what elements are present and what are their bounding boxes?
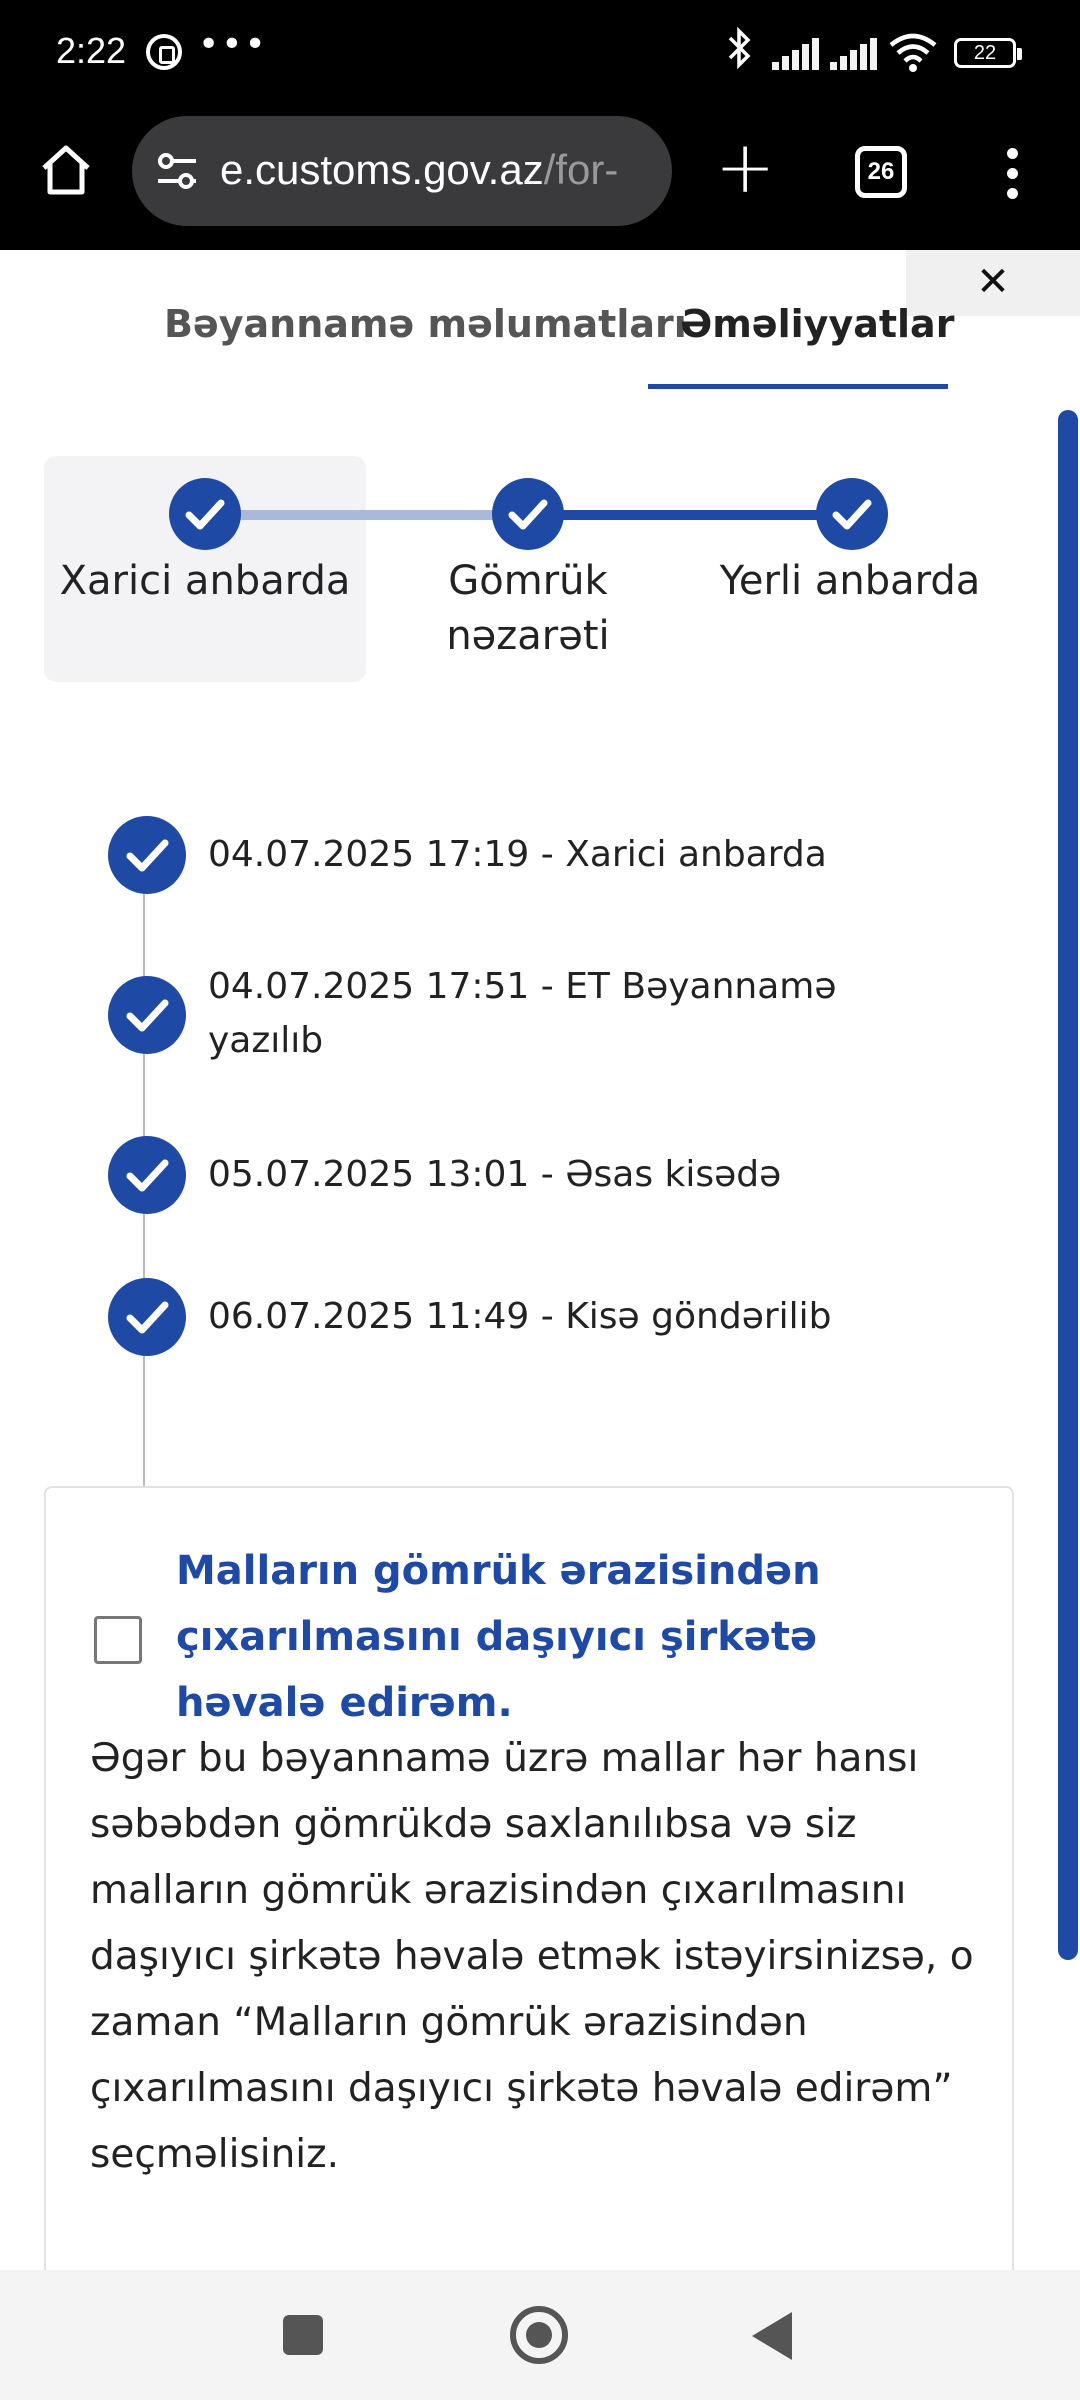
wifi-icon (888, 32, 938, 72)
home-button-icon[interactable] (510, 2306, 568, 2364)
timeline-item: 04.07.2025 17:19 - Xarici anbarda (208, 834, 827, 875)
home-icon[interactable] (36, 140, 96, 200)
back-icon[interactable] (752, 2312, 792, 2360)
url-text[interactable]: e.customs.gov.az/for- (220, 146, 660, 194)
check-icon (108, 1136, 186, 1214)
site-settings-icon[interactable] (154, 146, 200, 196)
page-content: ✕ Bəyannamə məlumatları Əməliyyatlar Xar… (0, 250, 1080, 2270)
check-icon (816, 478, 888, 550)
battery-icon: 22 (954, 38, 1022, 68)
recent-apps-icon[interactable] (283, 2315, 323, 2355)
tab-switcher-button[interactable]: 26 (855, 146, 907, 198)
whatsapp-icon (146, 34, 182, 70)
delegation-checkbox[interactable] (94, 1616, 142, 1664)
step-label: Gömrük nəzarəti (446, 558, 610, 659)
new-tab-button[interactable]: + (715, 131, 775, 203)
scrollbar[interactable] (1058, 410, 1078, 1960)
more-dots-icon: ••• (198, 24, 268, 65)
status-bar: 2:22 ••• 22 (0, 0, 1080, 110)
delegation-card: Malların gömrük ərazisindən çıxarılmasın… (44, 1486, 1014, 2270)
timeline-item: 04.07.2025 17:51 - ET Bəyannamə yazılıb (208, 966, 837, 1061)
menu-icon[interactable] (998, 144, 1028, 204)
tab-declaration-info[interactable]: Bəyannamə məlumatları (164, 302, 687, 346)
browser-toolbar: e.customs.gov.az/for- + 26 (0, 110, 1080, 250)
step-label: Yerli anbarda (719, 558, 981, 604)
signal-icon (830, 38, 878, 70)
stepper-connector (528, 510, 854, 520)
delegation-description: Əgər bu bəyannamə üzrə mallar hər hansı … (90, 1736, 974, 2177)
tab-operations[interactable]: Əməliyyatlar (680, 302, 954, 346)
check-icon (492, 478, 564, 550)
signal-icon (772, 38, 820, 70)
stepper-connector (205, 510, 531, 520)
check-icon (169, 478, 241, 550)
check-icon (108, 1278, 186, 1356)
address-bar[interactable]: e.customs.gov.az/for- (132, 116, 672, 226)
check-icon (108, 976, 186, 1054)
step-label: Xarici anbarda (59, 558, 351, 604)
bluetooth-icon (726, 26, 754, 80)
status-time: 2:22 (56, 30, 127, 71)
check-icon (108, 816, 186, 894)
timeline-item: 05.07.2025 13:01 - Əsas kisədə (208, 1154, 782, 1195)
active-tab-indicator (648, 384, 948, 389)
system-nav-bar (0, 2270, 1080, 2400)
timeline-item: 06.07.2025 11:49 - Kisə göndərilib (208, 1296, 832, 1337)
delegation-checkbox-label[interactable]: Malların gömrük ərazisindən çıxarılmasın… (176, 1538, 966, 1736)
